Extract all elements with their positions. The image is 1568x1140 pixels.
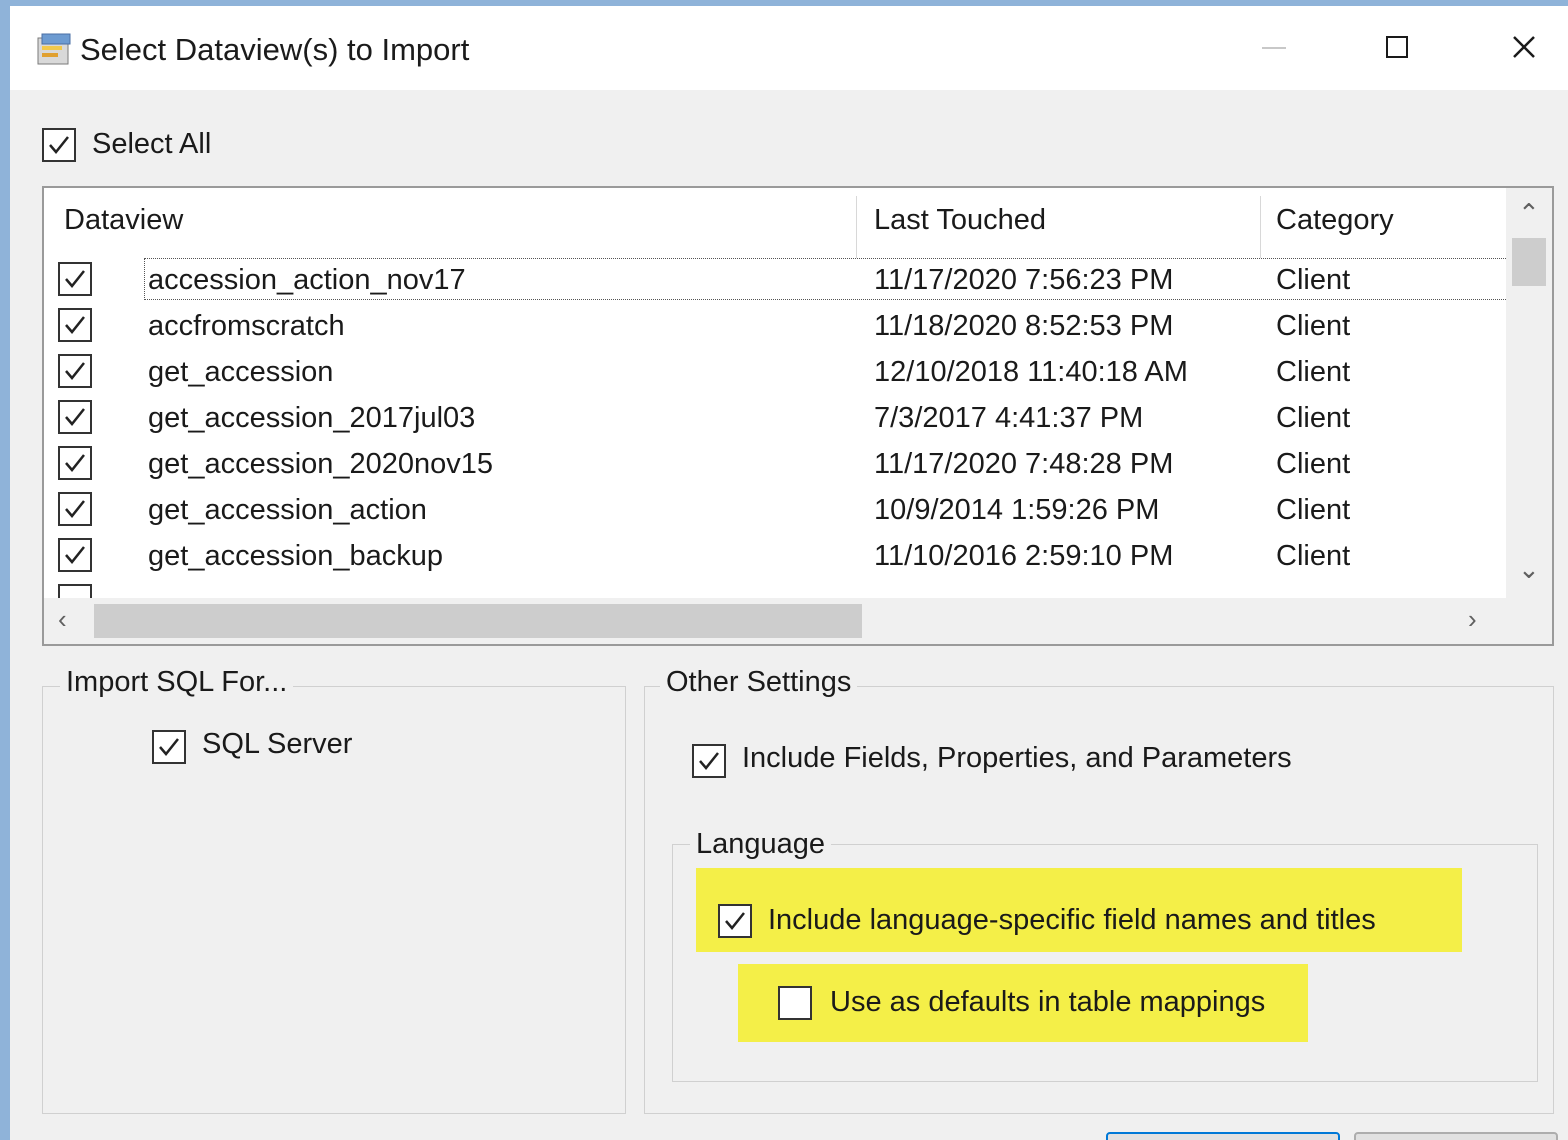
scroll-right-arrow-icon[interactable]: › xyxy=(1468,604,1477,635)
list-row[interactable]: get_accession_action 10/9/2014 1:59:26 P… xyxy=(44,488,1506,534)
checkmark-icon xyxy=(699,752,719,770)
row-last-touched: 11/10/2016 2:59:10 PM xyxy=(874,540,1174,572)
row-checkbox[interactable] xyxy=(58,400,92,434)
row-checkbox[interactable] xyxy=(58,584,92,598)
close-button[interactable] xyxy=(1494,20,1554,74)
row-dataview-name: get_accession_action xyxy=(148,494,427,526)
checkmark-icon xyxy=(725,912,745,930)
checkmark-icon xyxy=(65,362,85,380)
column-header-last-touched[interactable]: Last Touched xyxy=(874,204,1046,237)
column-divider[interactable] xyxy=(856,196,857,258)
select-all-checkbox[interactable] xyxy=(42,128,76,162)
minimize-icon xyxy=(1262,47,1286,49)
include-fields-checkbox[interactable] xyxy=(692,744,726,778)
row-category: Client xyxy=(1276,494,1351,526)
checkmark-icon xyxy=(65,500,85,518)
window-title: Select Dataview(s) to Import xyxy=(80,32,470,67)
row-category: Client xyxy=(1276,448,1351,480)
row-checkbox[interactable] xyxy=(58,262,92,296)
checkmark-icon xyxy=(65,454,85,472)
horizontal-scrollbar[interactable]: ‹ › xyxy=(44,598,1552,644)
column-divider[interactable] xyxy=(1260,196,1261,258)
use-defaults-checkbox[interactable] xyxy=(778,986,812,1020)
list-row[interactable]: get_accession 12/10/2018 11:40:18 AM Cli… xyxy=(44,350,1506,396)
ok-button[interactable] xyxy=(1106,1132,1340,1140)
scroll-left-arrow-icon[interactable]: ‹ xyxy=(58,604,67,635)
sql-server-checkbox[interactable] xyxy=(152,730,186,764)
row-last-touched: 7/3/2017 4:41:37 PM xyxy=(874,402,1144,434)
row-last-touched: 12/10/2018 11:40:18 AM xyxy=(874,356,1188,388)
checkmark-icon xyxy=(159,738,179,756)
maximize-icon xyxy=(1386,36,1408,58)
list-row[interactable]: accfromscratch 11/18/2020 8:52:53 PM Cli… xyxy=(44,304,1506,350)
other-settings-group-title: Other Settings xyxy=(660,666,858,699)
row-last-touched: 10/9/2014 1:59:26 PM xyxy=(874,494,1160,526)
close-icon xyxy=(1513,36,1535,58)
row-category: Client xyxy=(1276,264,1351,296)
row-dataview-name: accession_action_nov17 xyxy=(148,264,466,296)
row-category: Client xyxy=(1276,402,1351,434)
row-last-touched: 11/17/2020 7:48:28 PM xyxy=(874,448,1174,480)
list-row[interactable]: get_accession_2017jul03 7/3/2017 4:41:37… xyxy=(44,396,1506,442)
maximize-button[interactable] xyxy=(1368,20,1428,74)
row-checkbox[interactable] xyxy=(58,492,92,526)
row-last-touched: 11/17/2020 7:56:23 PM xyxy=(874,264,1174,296)
checkmark-icon xyxy=(65,546,85,564)
row-category: Client xyxy=(1276,310,1351,342)
scroll-down-arrow-icon[interactable]: ⌄ xyxy=(1518,554,1540,585)
include-fields-label: Include Fields, Properties, and Paramete… xyxy=(742,742,1292,774)
minimize-button[interactable] xyxy=(1244,20,1304,74)
row-dataview-name: get_accession_2020nov15 xyxy=(148,448,494,480)
list-row[interactable]: get_accession_2020nov15 11/17/2020 7:48:… xyxy=(44,442,1506,488)
import-sql-group-title: Import SQL For... xyxy=(60,666,294,699)
cancel-button[interactable] xyxy=(1354,1132,1558,1140)
database-app-icon xyxy=(37,33,71,65)
row-checkbox[interactable] xyxy=(58,308,92,342)
row-dataview-name: get_accession_backup xyxy=(148,540,444,572)
row-checkbox[interactable] xyxy=(58,354,92,388)
list-header: Dataview Last Touched Category xyxy=(44,188,1506,258)
scroll-up-arrow-icon[interactable]: ⌃ xyxy=(1518,198,1540,229)
vertical-scroll-thumb[interactable] xyxy=(1512,238,1546,286)
list-row[interactable]: get_accession_backup 11/10/2016 2:59:10 … xyxy=(44,534,1506,580)
row-category: Client xyxy=(1276,356,1351,388)
row-checkbox[interactable] xyxy=(58,538,92,572)
checkmark-icon xyxy=(65,270,85,288)
row-checkbox[interactable] xyxy=(58,446,92,480)
dataview-list[interactable]: Dataview Last Touched Category accession… xyxy=(42,186,1554,646)
horizontal-scroll-thumb[interactable] xyxy=(94,604,862,638)
row-category: Client xyxy=(1276,540,1351,572)
include-language-checkbox[interactable] xyxy=(718,904,752,938)
list-row-partial[interactable] xyxy=(44,580,1506,598)
vertical-scrollbar[interactable]: ⌃ ⌄ xyxy=(1506,188,1552,598)
list-rows: accession_action_nov17 11/17/2020 7:56:2… xyxy=(44,258,1506,598)
import-dialog: Select Dataview(s) to Import Select All … xyxy=(10,6,1568,1140)
column-header-dataview[interactable]: Dataview xyxy=(64,204,183,237)
row-dataview-name: get_accession_2017jul03 xyxy=(148,402,476,434)
checkmark-icon xyxy=(49,136,69,154)
title-bar[interactable]: Select Dataview(s) to Import xyxy=(10,6,1568,90)
list-row[interactable]: accession_action_nov17 11/17/2020 7:56:2… xyxy=(44,258,1506,304)
sql-server-label: SQL Server xyxy=(202,728,353,760)
select-all-label: Select All xyxy=(92,128,212,160)
checkmark-icon xyxy=(65,408,85,426)
row-dataview-name: accfromscratch xyxy=(148,310,345,342)
language-group-title: Language xyxy=(690,828,832,861)
row-last-touched: 11/18/2020 8:52:53 PM xyxy=(874,310,1174,342)
column-header-category[interactable]: Category xyxy=(1276,204,1394,237)
include-language-label: Include language-specific field names an… xyxy=(768,904,1376,936)
checkmark-icon xyxy=(65,316,85,334)
row-dataview-name: get_accession xyxy=(148,356,334,388)
use-defaults-label: Use as defaults in table mappings xyxy=(830,986,1266,1018)
